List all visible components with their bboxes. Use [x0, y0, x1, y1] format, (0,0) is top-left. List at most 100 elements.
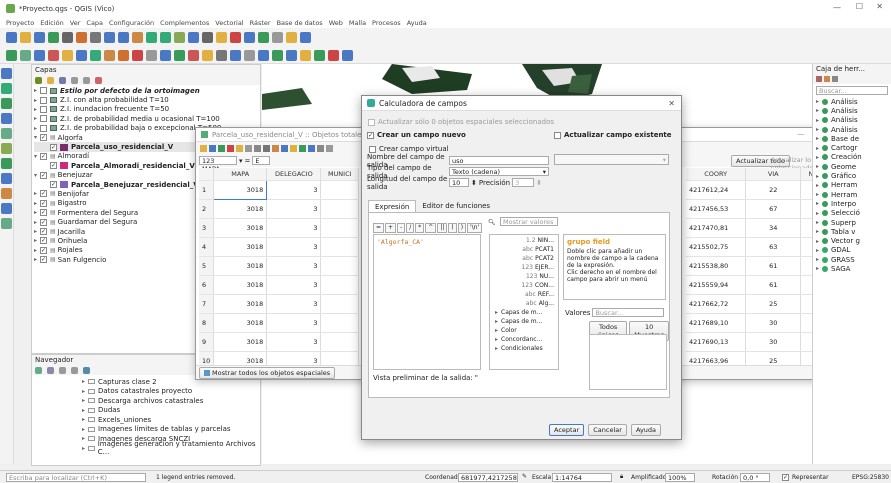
toolbar-icon[interactable] — [104, 31, 115, 43]
refresh-icon[interactable] — [35, 366, 42, 374]
menu-6[interactable]: Vectorial — [215, 19, 243, 27]
cell-munici[interactable] — [320, 313, 359, 333]
menu-4[interactable]: Configuración — [109, 19, 154, 27]
operator-button[interactable]: + — [385, 223, 397, 233]
menu-11[interactable]: Procesos — [372, 19, 401, 27]
layer-visibility-checkbox[interactable]: ✓ — [50, 143, 57, 151]
field-combo[interactable]: 123 MAPA — [199, 156, 237, 173]
menu-8[interactable]: Base de datos — [277, 19, 323, 27]
toolbar-icon[interactable] — [48, 49, 59, 61]
toolbar-icon[interactable] — [244, 49, 255, 61]
attribute-table-minimize[interactable]: — — [797, 130, 804, 138]
row-number[interactable]: 6 — [199, 275, 215, 295]
browser-item[interactable]: ▸ Excels_uniones — [82, 415, 260, 425]
create-new-checkbox[interactable]: ✓ — [367, 131, 374, 139]
cell-coory[interactable]: 4215559,94 — [686, 275, 747, 295]
cell-munici[interactable] — [320, 199, 359, 219]
existing-field-select[interactable]: ▾ — [554, 154, 669, 165]
toolbox-item[interactable]: ▸ Base de — [816, 134, 891, 143]
toolbar-icon[interactable] — [34, 49, 45, 61]
operator-button[interactable]: / — [406, 223, 415, 233]
toolbar-icon[interactable] — [174, 49, 185, 61]
add-layer-icon[interactable] — [1, 143, 12, 154]
toolbar-icon[interactable] — [62, 49, 73, 61]
toolbar-icon[interactable] — [90, 49, 101, 61]
cell-coory[interactable]: 4217689,10 — [686, 313, 747, 333]
attribute-toolbar-icon[interactable] — [326, 144, 333, 152]
collapse-all-icon[interactable] — [83, 76, 90, 84]
cell-delegacio[interactable]: 3 — [266, 237, 322, 257]
cell-munici[interactable] — [320, 237, 359, 257]
cell-via[interactable]: 22 — [745, 180, 802, 200]
operator-button[interactable]: ^ — [425, 223, 437, 233]
add-layer-icon[interactable] — [1, 113, 12, 124]
menu-10[interactable]: Malla — [349, 19, 366, 27]
toolbar-icon[interactable] — [20, 31, 31, 43]
open-layer-styling-icon[interactable] — [35, 76, 42, 84]
toolbar-icon[interactable] — [272, 49, 283, 61]
add-layer-icon[interactable] — [1, 188, 12, 199]
toolbar-icon[interactable] — [230, 31, 241, 43]
cell-delegacio[interactable]: 3 — [266, 294, 322, 314]
cell-via[interactable]: 30 — [745, 313, 802, 333]
table-row[interactable]: 2 3018 3 — [199, 199, 359, 219]
row-number[interactable]: 5 — [199, 256, 215, 276]
toolbox-item[interactable]: ▸ Tabla v — [816, 227, 891, 236]
column-header-munici[interactable]: MUNICI — [320, 168, 359, 181]
history-icon[interactable] — [832, 76, 838, 82]
field-item[interactable]: 123 EJER... — [492, 263, 558, 272]
cell-munici[interactable] — [320, 180, 359, 200]
menu-1[interactable]: Edición — [40, 19, 64, 27]
add-layer-icon[interactable] — [1, 68, 12, 79]
models-icon[interactable] — [816, 76, 822, 82]
layer-visibility-checkbox[interactable] — [40, 115, 47, 123]
cell-munici[interactable] — [320, 332, 359, 352]
help-button[interactable]: Ayuda — [630, 424, 662, 436]
menu-0[interactable]: Proyecto — [6, 19, 34, 27]
tab-expression[interactable]: Expresión — [368, 199, 417, 213]
attribute-toolbar-icon[interactable] — [236, 144, 243, 152]
toolbox-item[interactable]: ▸ Superp — [816, 218, 891, 227]
table-row[interactable]: 9 3018 3 — [199, 332, 359, 352]
cell-coory[interactable]: 4217470,81 — [686, 218, 747, 238]
toolbar-icon[interactable] — [202, 49, 213, 61]
row-number[interactable]: 9 — [199, 332, 215, 352]
row-number[interactable]: 2 — [199, 199, 215, 219]
scripts-icon[interactable] — [824, 76, 830, 82]
coordinate-field[interactable]: 681977,4217258 — [458, 473, 518, 482]
scale-field[interactable]: 1:14764 — [552, 473, 612, 482]
toolbar-icon[interactable] — [300, 31, 311, 43]
function-group-item[interactable]: ▸ Capas de m... — [492, 317, 558, 326]
toolbar-icon[interactable] — [258, 49, 269, 61]
cell-munici[interactable] — [320, 218, 359, 238]
layer-visibility-checkbox[interactable] — [40, 87, 47, 95]
toolbar-icon[interactable] — [244, 31, 255, 43]
toolbox-item[interactable]: ▸ Vector g — [816, 236, 891, 245]
toolbar-icon[interactable] — [160, 49, 171, 61]
cell-munici[interactable] — [320, 294, 359, 314]
ok-button[interactable]: Aceptar — [549, 424, 585, 436]
function-group-item[interactable]: ▸ Condicionales — [492, 344, 558, 353]
layer-item[interactable]: ▸ Estilo por defecto de la ortoimagen — [34, 86, 258, 95]
magnifier-lock-icon[interactable]: 🔒︎ — [620, 473, 623, 481]
menu-2[interactable]: Ver — [70, 19, 81, 27]
field-item[interactable]: 1.2 NIN... — [492, 236, 558, 245]
function-group-item[interactable]: ▸ Concordanc... — [492, 335, 558, 344]
cell-delegacio[interactable]: 3 — [266, 218, 322, 238]
add-selected-icon[interactable] — [47, 366, 54, 374]
cell-coory[interactable]: 4215538,80 — [686, 256, 747, 276]
tab-function-editor[interactable]: Editor de funciones — [416, 200, 496, 212]
add-layer-icon[interactable] — [1, 83, 12, 94]
toolbar-icon[interactable] — [132, 49, 143, 61]
toolbox-item[interactable]: ▸ Análisis — [816, 106, 891, 115]
virtual-field-checkbox[interactable] — [369, 145, 376, 153]
add-group-icon[interactable] — [47, 76, 54, 84]
table-row[interactable]: 3 3018 3 — [199, 218, 359, 238]
field-item[interactable]: 123 NU... — [492, 272, 558, 281]
cell-via[interactable]: 34 — [745, 218, 802, 238]
cell-delegacio[interactable]: 3 — [266, 313, 322, 333]
layer-item[interactable]: ▸ Z.I. de probabilidad media u ocasional … — [34, 114, 258, 123]
cancel-button[interactable]: Cancelar — [588, 424, 627, 436]
toolbar-icon[interactable] — [118, 31, 129, 43]
layer-visibility-checkbox[interactable]: ✓ — [40, 152, 47, 160]
